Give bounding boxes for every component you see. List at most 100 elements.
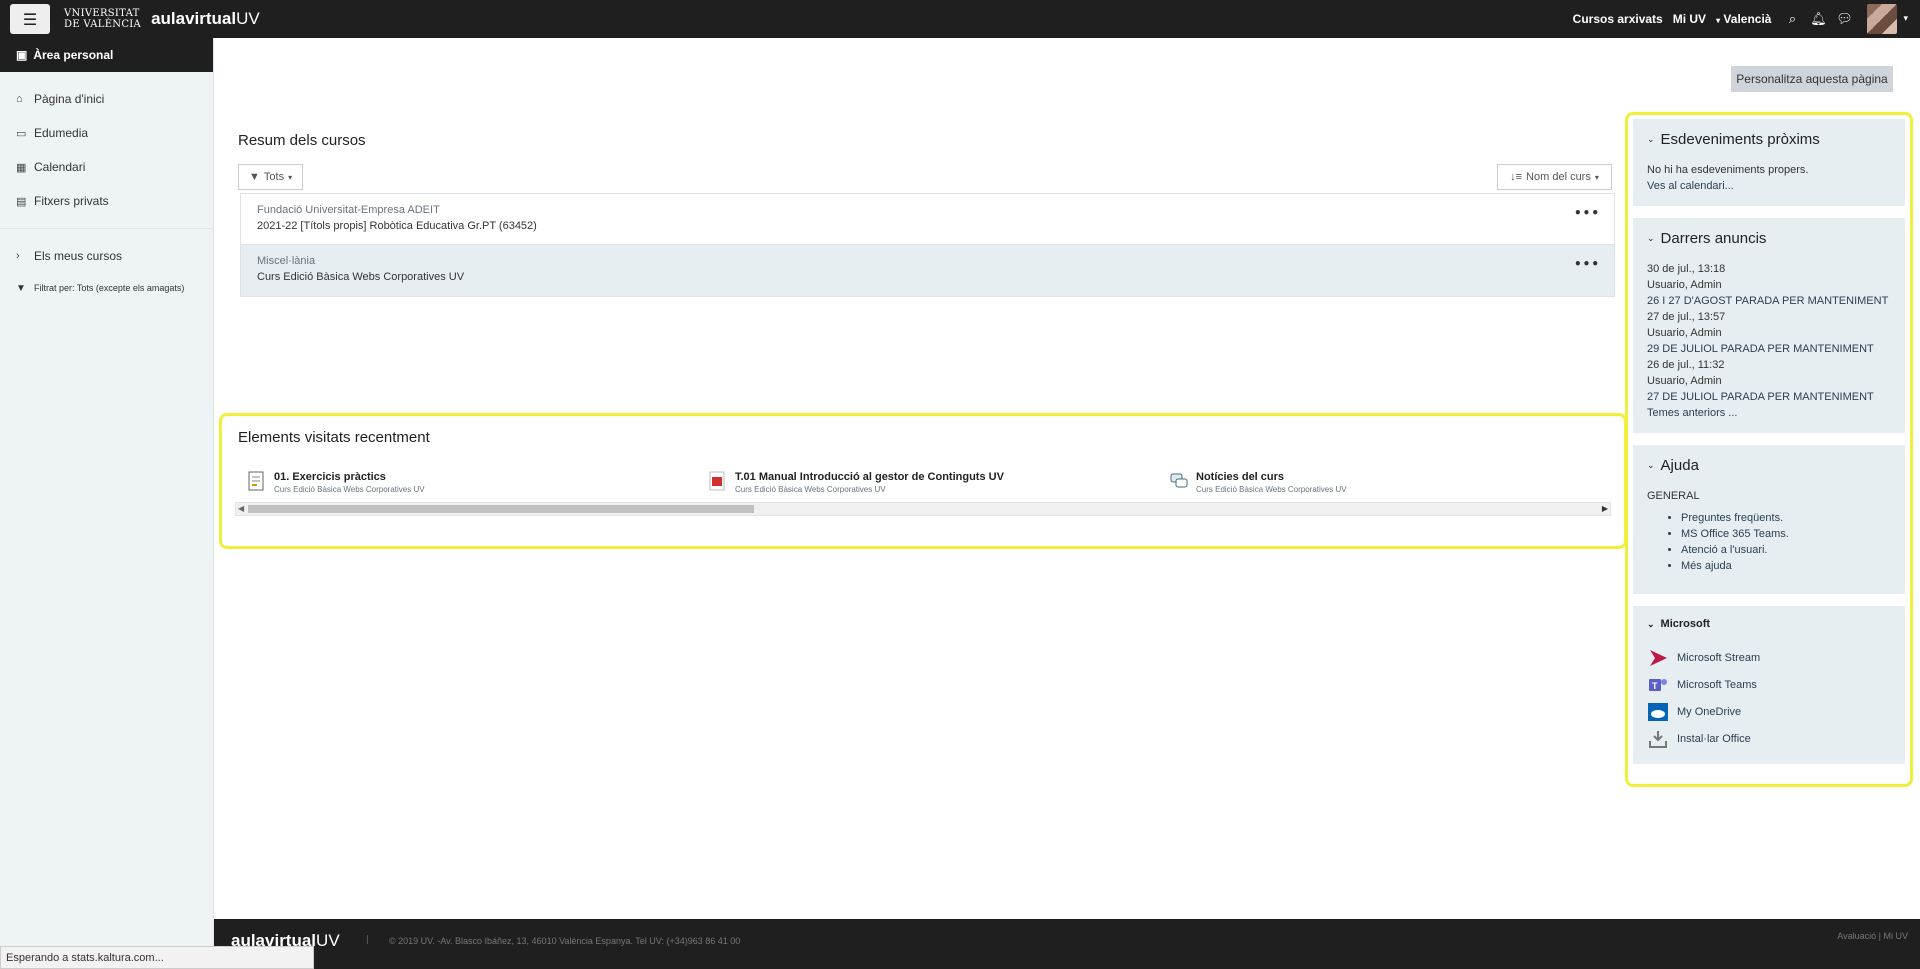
microsoft-block: ⌄ Microsoft Microsoft Stream T Microsoft …: [1633, 606, 1905, 764]
language-selector[interactable]: ▾ Valencià: [1716, 12, 1771, 26]
recent-item-name: 01. Exercicis pràctics: [274, 471, 386, 483]
news-date: 26 de jul., 11:32: [1647, 359, 1725, 371]
home-icon: ⌂: [16, 93, 23, 105]
user-menu-caret-icon[interactable]: ▾: [1903, 14, 1908, 24]
sidebar-item-calendar[interactable]: ▦ Calendari: [0, 150, 213, 184]
sidebar-item-label: Els meus cursos: [34, 249, 123, 263]
sidebar-header-label: Àrea personal: [33, 48, 114, 62]
personalize-page-button[interactable]: Personalitza aquesta pàgina: [1731, 66, 1893, 92]
course-sort-dropdown[interactable]: ↓≡ Nom del curs ▾: [1497, 164, 1612, 190]
news-subject-link[interactable]: 26 I 27 D'AGOST PARADA PER MANTENIMENT: [1647, 293, 1891, 309]
help-link[interactable]: MS Office 365 Teams.: [1681, 526, 1891, 542]
course-overview-title: Resum dels cursos: [238, 132, 366, 149]
chat-icon[interactable]: 💬︎: [1833, 12, 1855, 27]
ms-item-label: Microsoft Teams: [1677, 678, 1757, 691]
sidebar-item-edumedia[interactable]: ▭ Edumedia: [0, 116, 213, 150]
older-topics-link[interactable]: Temes anteriors ...: [1647, 405, 1891, 421]
course-category: Fundació Universitat-Empresa ADEIT: [257, 204, 440, 216]
forum-icon: [1170, 471, 1188, 491]
caret-down-icon: ▾: [288, 172, 293, 182]
scroll-thumb[interactable]: [248, 505, 754, 513]
ms-teams-link[interactable]: T Microsoft Teams: [1647, 671, 1891, 698]
ms-stream-link[interactable]: Microsoft Stream: [1647, 644, 1891, 671]
filter-icon: ▼: [16, 282, 26, 294]
horizontal-scrollbar[interactable]: ◀ ▶: [235, 502, 1611, 516]
news-author: Usuario, Admin: [1647, 279, 1722, 291]
news-date: 30 de jul., 13:18: [1647, 263, 1726, 275]
block-title[interactable]: ⌄ Darrers anuncis: [1647, 230, 1891, 247]
scroll-left-arrow-icon[interactable]: ◀: [238, 504, 244, 513]
news-author: Usuario, Admin: [1647, 375, 1722, 387]
chevron-down-icon: ⌄: [1647, 134, 1655, 144]
block-title[interactable]: ⌄ Microsoft: [1647, 618, 1891, 630]
help-block: ⌄ Ajuda GENERAL Preguntes freqüents. MS O…: [1633, 445, 1905, 594]
hamburger-menu-button[interactable]: ☰: [10, 4, 50, 34]
avatar[interactable]: [1867, 4, 1898, 34]
sort-icon: ↓≡: [1510, 171, 1523, 183]
chevron-right-icon: ›: [16, 250, 20, 262]
help-link[interactable]: Preguntes freqüents.: [1681, 510, 1891, 526]
sidebar-filter[interactable]: ▼ Filtrat per: Tots (excepte els amagats): [0, 273, 213, 303]
recent-item-course: Curs Edició Bàsica Webs Corporatives UV: [274, 485, 425, 494]
scroll-right-arrow-icon[interactable]: ▶: [1602, 504, 1608, 513]
top-navbar: ☰ VNIVERSITAT DE VALÈNCIA aulavirtualUV …: [0, 0, 1920, 38]
recent-item[interactable]: Notícies del curs Curs Edició Bàsica Web…: [1170, 471, 1347, 494]
recent-items-title: Elements visitats recentment: [238, 429, 430, 446]
footer-links[interactable]: Avaluació | Mi UV: [1837, 931, 1908, 941]
block-title[interactable]: ⌄ Ajuda: [1647, 457, 1891, 474]
chevron-down-icon: ⌄: [1647, 233, 1655, 243]
course-row[interactable]: Miscel·lània Curs Edició Bàsica Webs Cor…: [241, 245, 1614, 296]
calendar-icon: ▦: [16, 161, 27, 174]
sidebar-item-label: Pàgina d'inici: [34, 92, 105, 106]
course-name-link[interactable]: 2021-22 [Títols propis] Robòtica Educati…: [257, 220, 1598, 232]
nav-link-mi-uv[interactable]: Mi UV: [1673, 12, 1706, 26]
sidebar-item-label: Calendari: [34, 160, 86, 174]
course-list: Fundació Universitat-Empresa ADEIT 2021-…: [240, 193, 1615, 297]
bell-icon[interactable]: 🔔︎: [1807, 12, 1829, 27]
course-name-link[interactable]: Curs Edició Bàsica Webs Corporatives UV: [257, 271, 1598, 283]
nav-link-archived[interactable]: Cursos arxivats: [1573, 12, 1663, 26]
ms-item-label: My OneDrive: [1677, 705, 1742, 718]
aulavirtual-logo[interactable]: aulavirtualUV: [151, 9, 260, 29]
browser-status-bar: Esperando a stats.kaltura.com...: [0, 946, 314, 969]
block-title[interactable]: ⌄ Esdeveniments pròxims: [1647, 131, 1891, 148]
sidebar-nav-group: ⌂ Pàgina d'inici ▭ Edumedia ▦ Calendari ▤ Fi…: [0, 72, 213, 229]
help-link[interactable]: Atenció a l'usuari.: [1681, 542, 1891, 558]
ms-onedrive-link[interactable]: My OneDrive: [1647, 698, 1891, 725]
language-label: Valencià: [1723, 12, 1772, 26]
help-links: Preguntes freqüents. MS Office 365 Teams…: [1647, 510, 1891, 574]
sidebar-item-area-personal[interactable]: ▣ Àrea personal: [0, 38, 213, 72]
filter-label: Tots: [263, 171, 285, 183]
sidebar-item-home[interactable]: ⌂ Pàgina d'inici: [0, 82, 213, 116]
calendar-link[interactable]: Ves al calendari...: [1647, 180, 1734, 192]
caret-down-icon: ▾: [1594, 172, 1599, 182]
sidebar-item-private-files[interactable]: ▤ Fitxers privats: [0, 184, 213, 218]
news-subject-link[interactable]: 27 DE JULIOL PARADA PER MANTENIMENT: [1647, 389, 1891, 405]
recent-item[interactable]: 01. Exercicis pràctics Curs Edició Bàsic…: [248, 471, 425, 494]
sidebar-item-my-courses[interactable]: › Els meus cursos: [0, 239, 213, 273]
course-row[interactable]: Fundació Universitat-Empresa ADEIT 2021-…: [241, 194, 1614, 245]
help-link[interactable]: Més ajuda: [1681, 558, 1891, 574]
news-author: Usuario, Admin: [1647, 327, 1722, 339]
uv-logo-line2: DE VALÈNCIA: [64, 19, 142, 30]
sidebar-item-label: Edumedia: [34, 126, 89, 140]
install-office-link[interactable]: Instal·lar Office: [1647, 725, 1891, 752]
events-empty-text: No hi ha esdeveniments propers.: [1647, 164, 1809, 176]
uv-logo[interactable]: VNIVERSITAT DE VALÈNCIA: [64, 8, 141, 30]
news-subject-link[interactable]: 29 DE JULIOL PARADA PER MANTENIMENT: [1647, 341, 1891, 357]
filter-icon: ▼: [249, 171, 260, 183]
footer: aulavirtualUV | © 2019 UV. -Av. Blasco I…: [214, 919, 1920, 969]
block-title-label: Darrers anuncis: [1660, 230, 1767, 247]
recent-item[interactable]: T.01 Manual Introducció al gestor de Con…: [709, 471, 1004, 494]
edumedia-icon: ▭: [16, 127, 27, 140]
assignment-icon: [248, 471, 266, 491]
right-blocks-column: ⌄ Esdeveniments pròxims No hi ha esdeveni…: [1625, 112, 1913, 787]
download-icon: [1647, 729, 1669, 749]
more-options-icon[interactable]: •••: [1574, 206, 1600, 220]
footer-logo-suffix: UV: [316, 931, 340, 950]
course-filter-dropdown[interactable]: ▼ Tots ▾: [238, 164, 304, 190]
recent-item-course: Curs Edició Bàsica Webs Corporatives UV: [735, 485, 886, 494]
block-title-label: Esdeveniments pròxims: [1660, 131, 1820, 148]
search-icon[interactable]: ⌕: [1781, 12, 1803, 27]
more-options-icon[interactable]: •••: [1574, 257, 1600, 271]
